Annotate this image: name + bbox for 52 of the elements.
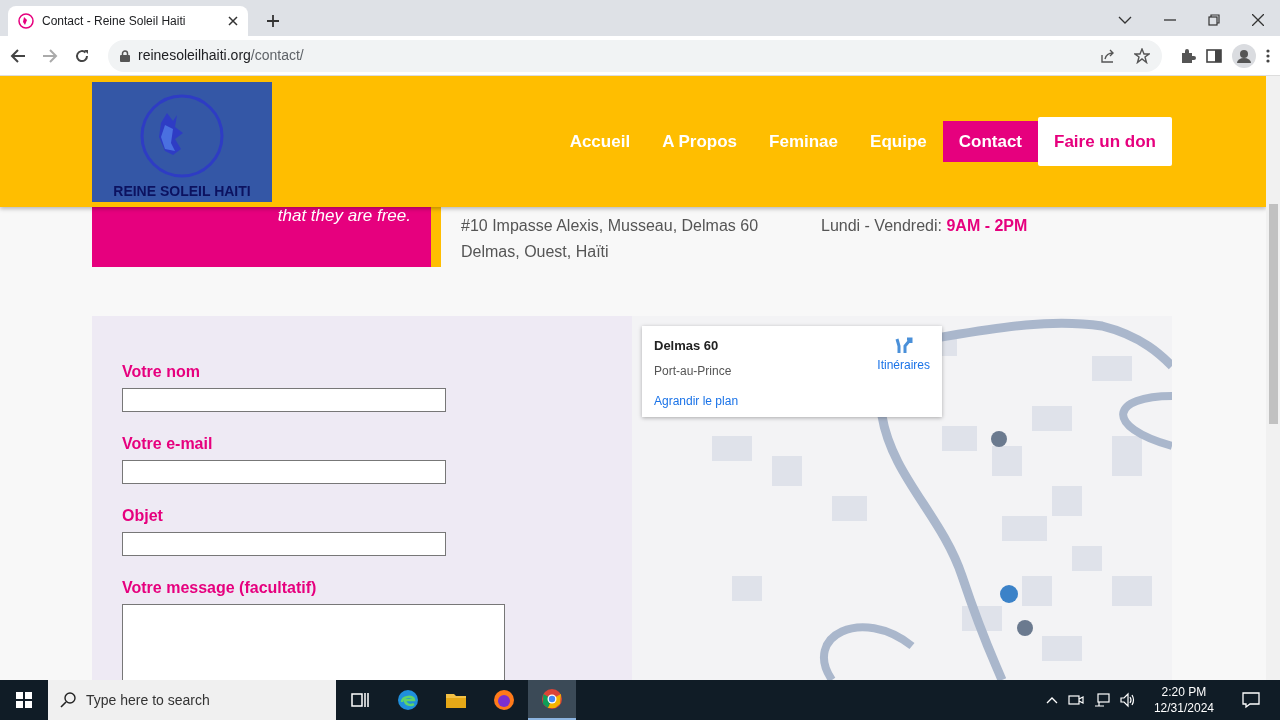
firefox-icon[interactable] [492,688,516,712]
logo[interactable]: REINE SOLEIL HAITI [92,82,272,202]
nav-link[interactable]: Contact [942,120,1038,163]
field-label: Votre nom [122,362,201,382]
taskbar-search-field[interactable]: Type here to search [48,680,336,720]
reload-icon[interactable] [74,47,90,64]
chevron-down-icon[interactable] [1118,15,1132,25]
close-icon[interactable] [228,16,238,26]
place-subtitle: Port-au-Prince [654,362,732,380]
windows-icon[interactable] [16,692,32,708]
new-tab-icon[interactable] [266,14,280,28]
scrollbar[interactable] [1266,76,1280,680]
notification-icon[interactable] [1242,691,1260,709]
star-icon[interactable] [1134,47,1150,64]
site-favicon-icon [18,13,34,29]
field-label: Objet [122,506,164,526]
close-icon[interactable] [1252,14,1264,26]
back-icon[interactable] [10,47,26,64]
menu-icon[interactable] [1266,47,1270,64]
address-field[interactable]: reinesoleilhaiti.org/contact/ [108,39,1162,72]
network-icon[interactable] [1093,692,1110,708]
chevron-up-icon[interactable] [1045,696,1058,704]
search-icon [60,692,76,708]
speaker-icon[interactable] [1119,692,1136,708]
camera-icon[interactable] [1067,692,1084,708]
edge-icon[interactable] [396,688,420,712]
address-text: Delmas, Ouest, Haïti [461,242,610,262]
browser-tab[interactable]: Contact - Reine Soleil Haiti [8,6,248,36]
hours-text: Lundi - Vendredi: 9AM - 2PM [821,216,1028,236]
lock-icon [120,49,130,62]
url-text: reinesoleilhaiti.org/contact/ [138,46,305,65]
logo-text: REINE SOLEIL HAITI [113,182,251,201]
donate-button[interactable]: Faire un don [1038,116,1172,167]
share-icon[interactable] [1100,47,1116,64]
puzzle-icon[interactable] [1180,47,1196,64]
input-field[interactable] [122,532,446,556]
chrome-icon[interactable] [540,687,564,711]
clock-date[interactable]: 12/31/2024 [1153,700,1214,716]
place-title: Delmas 60 [654,337,720,355]
input-field[interactable] [122,460,446,484]
input-field[interactable] [122,388,446,412]
address-text: #10 Impasse Alexis, Musseau, Delmas 60 [461,216,760,236]
directions-link[interactable]: Itinéraires [877,336,930,380]
avatar-icon[interactable] [1232,43,1256,68]
field-label: Votre message (facultatif) [122,578,318,598]
field-label: Votre e-mail [122,434,214,454]
sidebar-icon[interactable] [1206,47,1222,64]
restore-icon[interactable] [1208,14,1220,26]
quote-text: that they are free. [277,207,411,227]
fork-arrow-icon [894,336,913,354]
enlarge-map-link[interactable]: Agrandir le plan [654,391,739,410]
clock-time[interactable]: 2:20 PM [1161,684,1207,700]
